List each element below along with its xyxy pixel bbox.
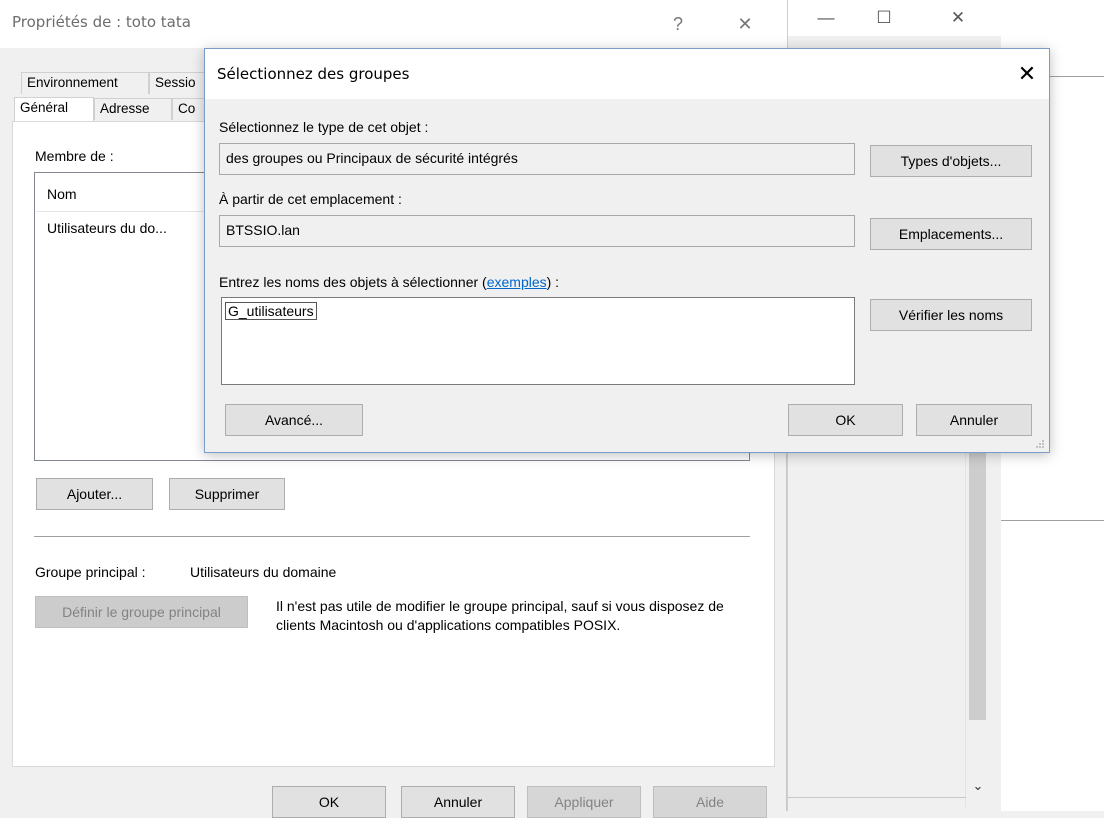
primary-group-value: Utilisateurs du domaine — [190, 564, 337, 580]
member-of-label: Membre de : — [35, 148, 114, 164]
dialog-cancel-button[interactable]: Annuler — [916, 404, 1032, 436]
dialog-titlebar: Sélectionnez des groupes ✕ — [205, 49, 1049, 99]
divider — [788, 797, 966, 798]
help-icon: ? — [672, 13, 683, 34]
primary-group-label: Groupe principal : — [35, 564, 146, 580]
tab-environnement[interactable]: Environnement — [21, 72, 149, 94]
location-field: BTSSIO.lan — [219, 215, 855, 247]
maximize-button[interactable]: ☐ — [862, 0, 906, 36]
divider — [1001, 520, 1104, 521]
resize-grip-icon — [1036, 440, 1044, 448]
tab-general[interactable]: Général — [14, 97, 94, 122]
dialog-close-button[interactable]: ✕ — [1011, 59, 1043, 89]
primary-group-note: Il n'est pas utile de modifier le groupe… — [276, 598, 724, 633]
properties-titlebar: Propriétés de : toto tata ? ✕ — [0, 0, 787, 48]
background-window-titlebar: — ☐ ✕ — [788, 0, 1001, 36]
advanced-button[interactable]: Avancé... — [225, 404, 363, 436]
minimize-icon: — — [817, 8, 835, 27]
ok-button[interactable]: OK — [272, 786, 386, 818]
close-icon: ✕ — [1017, 61, 1037, 86]
resize-grip[interactable] — [1035, 439, 1047, 451]
scroll-down-button[interactable]: ⌄ — [966, 778, 990, 798]
close-icon: ✕ — [950, 8, 966, 27]
apply-button[interactable]: Appliquer — [527, 786, 641, 818]
close-icon: ✕ — [737, 13, 753, 34]
minimize-button[interactable]: — — [804, 0, 848, 36]
remove-button[interactable]: Supprimer — [169, 478, 285, 510]
check-names-button[interactable]: Vérifier les noms — [870, 299, 1032, 331]
tab-compte[interactable]: Co — [172, 98, 206, 120]
column-header-name[interactable]: Nom — [47, 186, 77, 202]
set-primary-group-button[interactable]: Définir le groupe principal — [35, 596, 248, 628]
list-item[interactable]: Utilisateurs du do... — [47, 220, 167, 236]
chevron-down-icon: ⌄ — [972, 778, 984, 793]
location-label: À partir de cet emplacement : — [219, 191, 402, 207]
object-type-label: Sélectionnez le type de cet objet : — [219, 119, 429, 135]
object-names-value: G_utilisateurs — [225, 302, 317, 320]
locations-button[interactable]: Emplacements... — [870, 218, 1032, 250]
help-button[interactable]: Aide — [653, 786, 767, 818]
select-groups-dialog: Sélectionnez des groupes ✕ Sélectionnez … — [204, 48, 1050, 453]
separator — [34, 536, 750, 537]
dialog-ok-button[interactable]: OK — [788, 404, 903, 436]
help-title-button[interactable]: ? — [660, 8, 696, 40]
object-type-field: des groupes ou Principaux de sécurité in… — [219, 143, 855, 175]
window-title: Propriétés de : toto tata — [12, 13, 191, 31]
dialog-title: Sélectionnez des groupes — [217, 65, 410, 83]
object-names-input[interactable]: G_utilisateurs — [221, 297, 855, 385]
tab-sessions[interactable]: Sessio — [149, 72, 209, 94]
object-names-label: Entrez les noms des objets à sélectionne… — [219, 274, 560, 290]
object-types-button[interactable]: Types d'objets... — [870, 145, 1032, 177]
add-button[interactable]: Ajouter... — [36, 478, 153, 510]
cancel-button[interactable]: Annuler — [401, 786, 515, 818]
scrollbar-thumb[interactable] — [969, 452, 986, 720]
tab-adresse[interactable]: Adresse — [94, 98, 172, 120]
examples-link[interactable]: exemples — [487, 274, 547, 290]
close-button[interactable]: ✕ — [936, 0, 980, 36]
maximize-icon: ☐ — [876, 8, 892, 27]
close-button[interactable]: ✕ — [727, 8, 763, 40]
